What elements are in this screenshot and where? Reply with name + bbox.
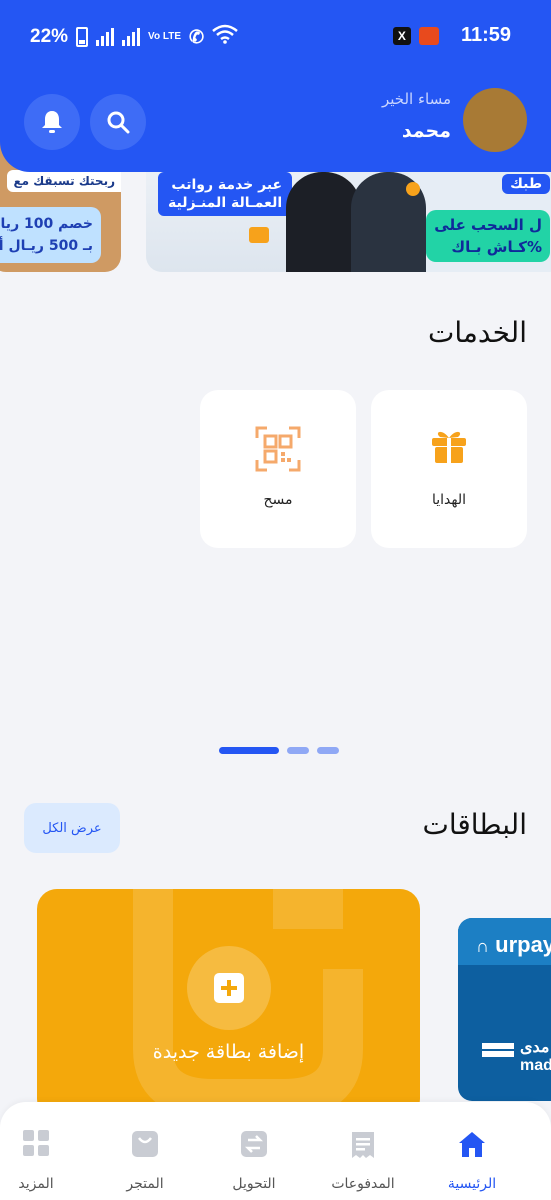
bell-icon (42, 111, 62, 133)
service-label-gifts: الهدايا (431, 492, 466, 508)
services-title: الخدمات (428, 316, 527, 349)
qr-scan-icon (255, 426, 301, 476)
nav-more[interactable]: المزيد (0, 1102, 86, 1200)
nav-transfer-label: التحويل (232, 1176, 276, 1192)
view-all-button[interactable]: عرض الكل (24, 803, 120, 853)
bottom-nav: الرئيسية المدفوعات التحويل المتجر المزيد (0, 1102, 551, 1200)
nav-transfer[interactable]: التحويل (204, 1102, 304, 1200)
search-icon (107, 111, 130, 134)
nav-home-label: الرئيسية (447, 1176, 497, 1192)
status-left: 22% Vo LTE ✆ (30, 24, 238, 50)
banner-main-pill-line2: العمـالة المنـزلية (168, 195, 283, 211)
mada-logo-icon (482, 1043, 514, 1063)
x-app-icon: X (392, 26, 411, 45)
notifications-button[interactable] (24, 94, 80, 150)
app-header: 22% Vo LTE ✆ X 11:59 مساء الخير محمد (0, 0, 551, 172)
avatar[interactable] (463, 88, 527, 152)
card-badge-icon (249, 227, 269, 243)
banner-left-headline: ربحتك تسبقك مع (7, 170, 121, 192)
nav-payments[interactable]: المدفوعات (313, 1102, 413, 1200)
cards-title: البطاقات (422, 808, 527, 841)
globe-badge-icon (406, 182, 420, 196)
add-new-card[interactable]: إضافة بطاقة جديدة (37, 889, 420, 1119)
signal-icon (96, 28, 115, 46)
wifi-icon (212, 24, 238, 50)
mada-ar-text: مدى (520, 1039, 550, 1056)
banner-main-pill-line1: عبر خدمة رواتب (171, 177, 283, 193)
banner-main-pill: عبر خدمة رواتب العمـالة المنـزلية (158, 172, 293, 216)
wifi-call-icon: ✆ (189, 26, 205, 47)
urpay-mark-icon: ∩ (476, 936, 489, 956)
add-card-label: إضافة بطاقة جديدة (152, 1041, 305, 1063)
search-button[interactable] (90, 94, 146, 150)
pager-dot[interactable] (317, 747, 339, 754)
urpay-logo: ∩ urpay (476, 932, 551, 958)
notification-app-icon (418, 26, 439, 45)
battery-icon (76, 27, 89, 47)
pager-dot[interactable] (287, 747, 309, 754)
volte-icon: Vo LTE (148, 31, 181, 42)
nav-more-label: المزيد (18, 1176, 54, 1192)
clock: 11:59 (460, 24, 511, 46)
banner-left-offer-line1: خصم 100 ريال (0, 216, 93, 232)
grid-more-icon (23, 1130, 49, 1160)
signal-icon-2 (122, 28, 141, 46)
status-right: X 11:59 (392, 24, 511, 47)
user-name: محمد (401, 120, 451, 142)
mada-en-text: mada (520, 1057, 551, 1074)
banner-main-cashback: ل السحب على %كـاش بـاك (426, 210, 550, 262)
banner-left-offer-line2: بـ 500 ريـال أو (0, 238, 93, 254)
transfer-icon (240, 1130, 268, 1162)
home-icon (457, 1130, 487, 1162)
nav-home[interactable]: الرئيسية (422, 1102, 522, 1200)
service-tile-gifts[interactable]: الهدايا (371, 390, 527, 548)
battery-percent: 22% (30, 26, 69, 47)
nav-store[interactable]: المتجر (95, 1102, 195, 1200)
urpay-logo-text: urpay (495, 932, 551, 957)
urpay-card[interactable]: ∩ urpay مدى mada (458, 918, 551, 1101)
banner-left-offer: خصم 100 ريال بـ 500 ريـال أو (0, 207, 101, 263)
receipt-icon (350, 1130, 376, 1164)
banner-main-cashback-line1: ل السحب على (434, 216, 542, 234)
banner-main-tag: طبك (502, 174, 550, 194)
nav-payments-label: المدفوعات (331, 1176, 395, 1192)
store-bag-icon (131, 1130, 159, 1162)
nav-store-label: المتجر (126, 1176, 164, 1192)
service-tile-scan[interactable]: مسح (200, 390, 356, 548)
add-card-plus-button (187, 946, 271, 1030)
service-label-scan: مسح (263, 492, 293, 508)
greeting-text: مساء الخير (381, 90, 451, 108)
status-bar: 22% Vo LTE ✆ X 11:59 (30, 22, 511, 52)
pager-dot-active[interactable] (219, 747, 279, 754)
gift-icon (430, 426, 468, 468)
banner-person-image (286, 172, 361, 272)
banner-main-cashback-line2: %كـاش بـاك (451, 238, 542, 256)
plus-icon (214, 973, 244, 1003)
